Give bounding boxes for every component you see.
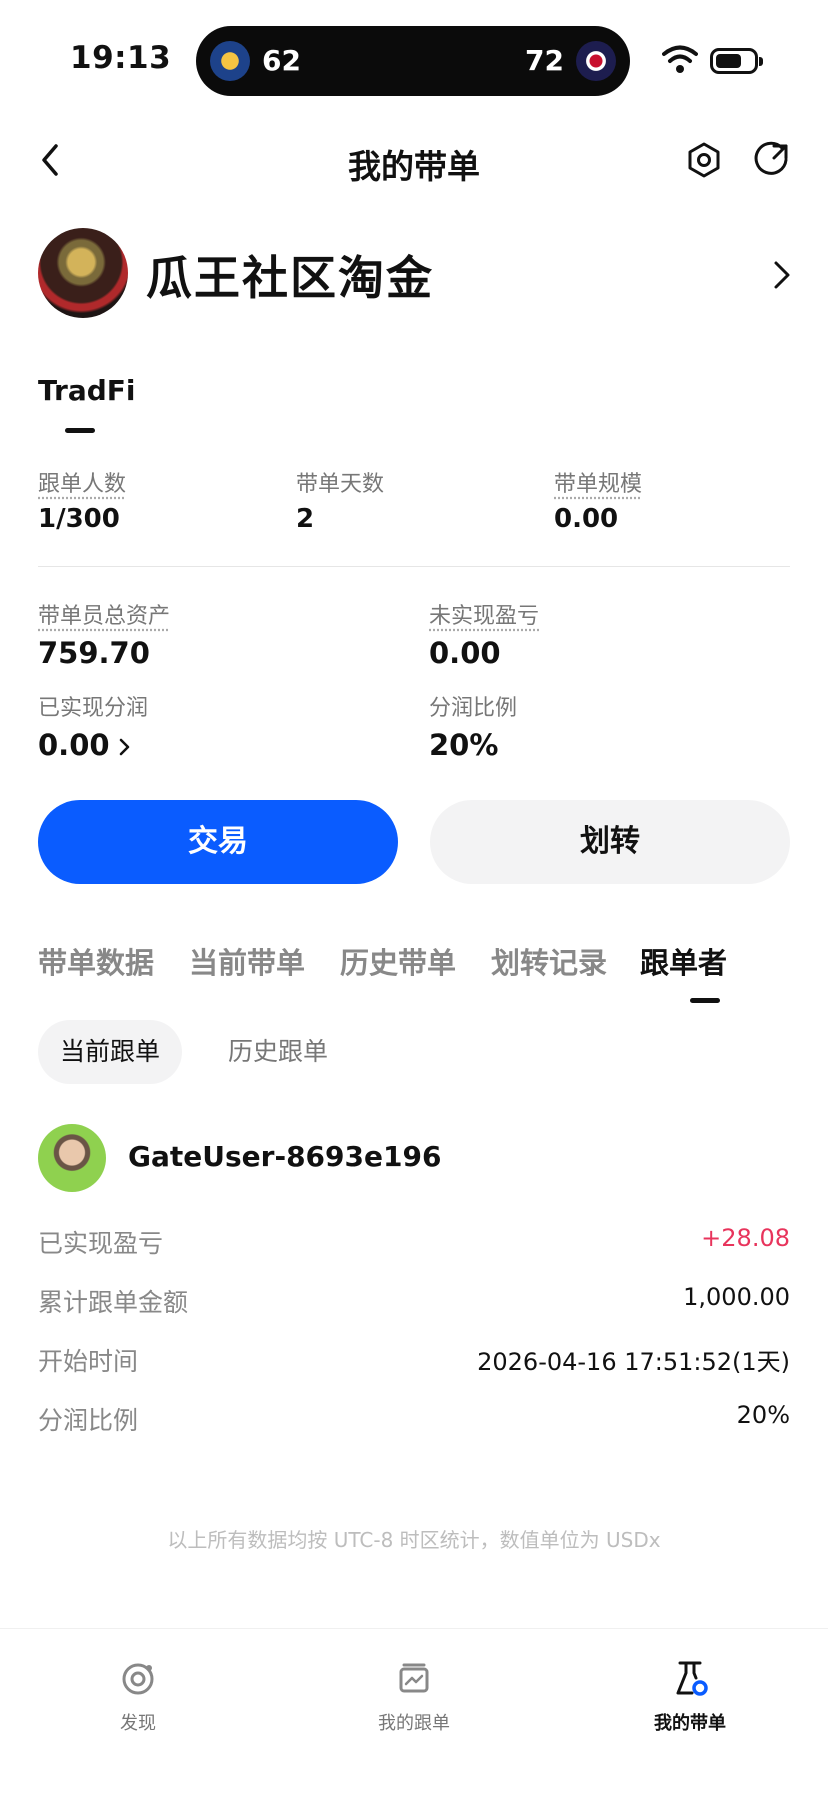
tab-tradfi[interactable]: TradFi	[38, 374, 136, 407]
follower-name: GateUser-8693e196	[128, 1140, 442, 1173]
tab-transfer-records[interactable]: 划转记录	[491, 940, 607, 982]
divider	[38, 566, 790, 567]
share-icon[interactable]	[752, 140, 792, 180]
settings-icon[interactable]	[684, 140, 724, 180]
followers-value: 1/300	[38, 504, 120, 534]
share-ratio-value: 20%	[429, 728, 499, 762]
unrealized-pnl-stat: 未实现盈亏 0.00	[429, 598, 789, 670]
follower-share-ratio-value: 20%	[736, 1401, 790, 1429]
realized-share-stat[interactable]: 已实现分润 0.00	[38, 690, 398, 762]
battery-icon	[710, 48, 763, 74]
away-team-logo-icon	[576, 41, 616, 81]
share-ratio-stat: 分润比例 20%	[429, 690, 789, 762]
tab-followers[interactable]: 跟单者	[640, 940, 727, 982]
days-stat: 带单天数 2	[296, 466, 384, 534]
asset-stats: 带单员总资产 759.70 未实现盈亏 0.00 已实现分润 0.00 分润比例…	[38, 598, 790, 768]
chevron-right-icon	[774, 261, 790, 289]
followers-stat: 跟单人数 1/300	[38, 466, 126, 534]
total-assets-value: 759.70	[38, 636, 150, 670]
unrealized-pnl-value: 0.00	[429, 636, 501, 670]
sub-tabs: 当前跟单 历史跟单	[38, 1020, 798, 1084]
scale-value: 0.00	[554, 504, 619, 534]
realized-share-row[interactable]: 0.00	[38, 728, 398, 762]
days-value: 2	[296, 504, 315, 534]
status-bar: 19:13 62 72	[0, 0, 828, 110]
start-time-value: 2026-04-16 17:51:52(1天)	[477, 1348, 790, 1376]
my-follow-icon	[399, 1663, 429, 1693]
top-nav: 我的带单	[0, 110, 828, 210]
list-item: 累计跟单金额 1,000.00	[38, 1283, 790, 1323]
follower-share-ratio-label: 分润比例	[38, 1406, 139, 1435]
list-item: 已实现盈亏 +28.08	[38, 1224, 790, 1264]
start-time-label: 开始时间	[38, 1347, 139, 1376]
total-follow-amount-value: 1,000.00	[683, 1283, 790, 1311]
list-item: 分润比例 20%	[38, 1401, 790, 1441]
bottom-nav-my-follow[interactable]: 我的跟单	[334, 1659, 494, 1735]
trade-button[interactable]: 交易	[38, 800, 398, 884]
realized-share-value: 0.00	[38, 728, 110, 762]
bottom-nav-label: 我的带单	[654, 1713, 726, 1734]
scale-stat: 带单规模 0.00	[554, 466, 642, 534]
avatar	[38, 228, 128, 318]
list-item: 开始时间 2026-04-16 17:51:52(1天)	[38, 1342, 790, 1382]
tab-lead-data[interactable]: 带单数据	[38, 940, 154, 982]
home-score: 62	[262, 44, 301, 77]
realized-pnl-value: +28.08	[701, 1224, 790, 1252]
wifi-icon	[662, 45, 698, 73]
status-time: 19:13	[70, 40, 172, 76]
unrealized-pnl-label[interactable]: 未实现盈亏	[429, 598, 789, 630]
my-lead-icon	[676, 1661, 708, 1696]
realized-pnl-label: 已实现盈亏	[38, 1229, 164, 1258]
realized-share-label: 已实现分润	[38, 696, 149, 721]
days-label: 带单天数	[296, 472, 385, 497]
transfer-button[interactable]: 划转	[430, 800, 790, 884]
followers-label[interactable]: 跟单人数	[38, 466, 126, 498]
section-tabs: 带单数据 当前带单 历史带单 划转记录 跟单者	[38, 940, 798, 1010]
subtab-history-follow[interactable]: 历史跟单	[206, 1020, 350, 1084]
data-footnote: 以上所有数据均按 UTC-8 时区统计，数值单位为 USDx	[167, 1528, 661, 1552]
share-ratio-label: 分润比例	[429, 696, 518, 721]
tab-indicator	[690, 998, 720, 1003]
follower-card: GateUser-8693e196 已实现盈亏 +28.08 累计跟单金额 1,…	[38, 1124, 790, 1435]
live-score-island[interactable]: 62 72	[196, 26, 630, 96]
bottom-nav-discover[interactable]: 发现	[58, 1659, 218, 1735]
bottom-nav-label: 发现	[120, 1713, 156, 1734]
total-assets-stat: 带单员总资产 759.70	[38, 598, 398, 670]
trader-profile[interactable]: 瓜王社区淘金	[38, 228, 798, 322]
away-score: 72	[525, 44, 564, 77]
lead-stats: 跟单人数 1/300 带单天数 2 带单规模 0.00	[38, 466, 790, 536]
total-assets-label[interactable]: 带单员总资产	[38, 598, 398, 630]
bottom-nav-my-lead[interactable]: 我的带单	[610, 1659, 770, 1735]
total-follow-amount-label: 累计跟单金额	[38, 1288, 189, 1317]
bottom-nav-label: 我的跟单	[378, 1713, 450, 1734]
avatar	[38, 1124, 106, 1192]
tab-indicator	[65, 428, 95, 433]
chevron-right-icon	[119, 738, 129, 756]
trader-name: 瓜王社区淘金	[146, 251, 434, 305]
home-team-logo-icon	[210, 41, 250, 81]
subtab-current-follow[interactable]: 当前跟单	[38, 1020, 183, 1084]
tab-current-lead[interactable]: 当前带单	[189, 940, 305, 982]
discover-icon	[122, 1663, 154, 1695]
tab-history-lead[interactable]: 历史带单	[340, 940, 456, 982]
scale-label[interactable]: 带单规模	[554, 466, 642, 498]
bottom-nav: 发现 我的跟单 我的带单	[0, 1628, 828, 1800]
